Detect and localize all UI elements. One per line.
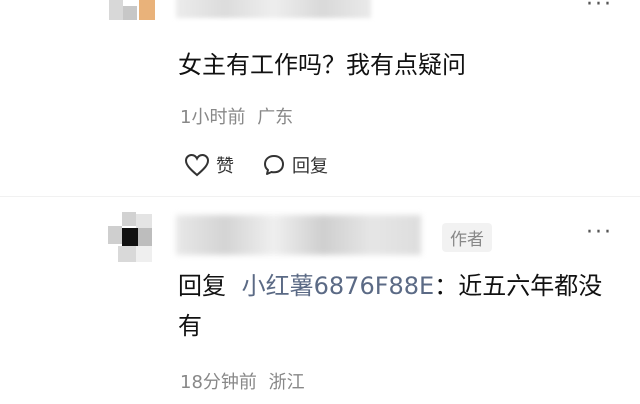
like-button[interactable]: 赞 [184,152,234,178]
comment-location: 广东 [257,107,294,128]
username-blurred[interactable] [176,215,421,255]
divider [0,196,640,197]
avatar[interactable] [108,212,158,272]
reply-button[interactable]: 回复 [262,152,328,178]
username-blurred[interactable] [176,0,371,18]
comment-meta: 18分钟前 浙江 [180,368,305,394]
more-options-icon[interactable]: ··· [586,0,613,17]
reply-label: 回复 [292,156,328,177]
like-label: 赞 [216,156,234,177]
more-options-icon[interactable]: ··· [586,220,613,245]
comment-text: 回复 小红薯6876F88E：近五六年都没有 [178,266,618,346]
reply-prefix: 回复 [178,272,226,300]
comment-location: 浙江 [268,372,305,393]
mention-separator: ： [434,272,459,300]
mention-link[interactable]: 小红薯6876F88E [242,272,435,300]
comment-time: 1小时前 [180,107,246,128]
heart-icon [184,153,210,177]
speech-bubble-icon [262,153,286,177]
author-badge: 作者 [442,223,492,252]
comment-text: 女主有工作吗？我有点疑问 [178,51,466,79]
comment-time: 18分钟前 [180,372,257,393]
avatar[interactable] [109,0,161,32]
comment-meta: 1小时前 广东 [180,103,293,129]
